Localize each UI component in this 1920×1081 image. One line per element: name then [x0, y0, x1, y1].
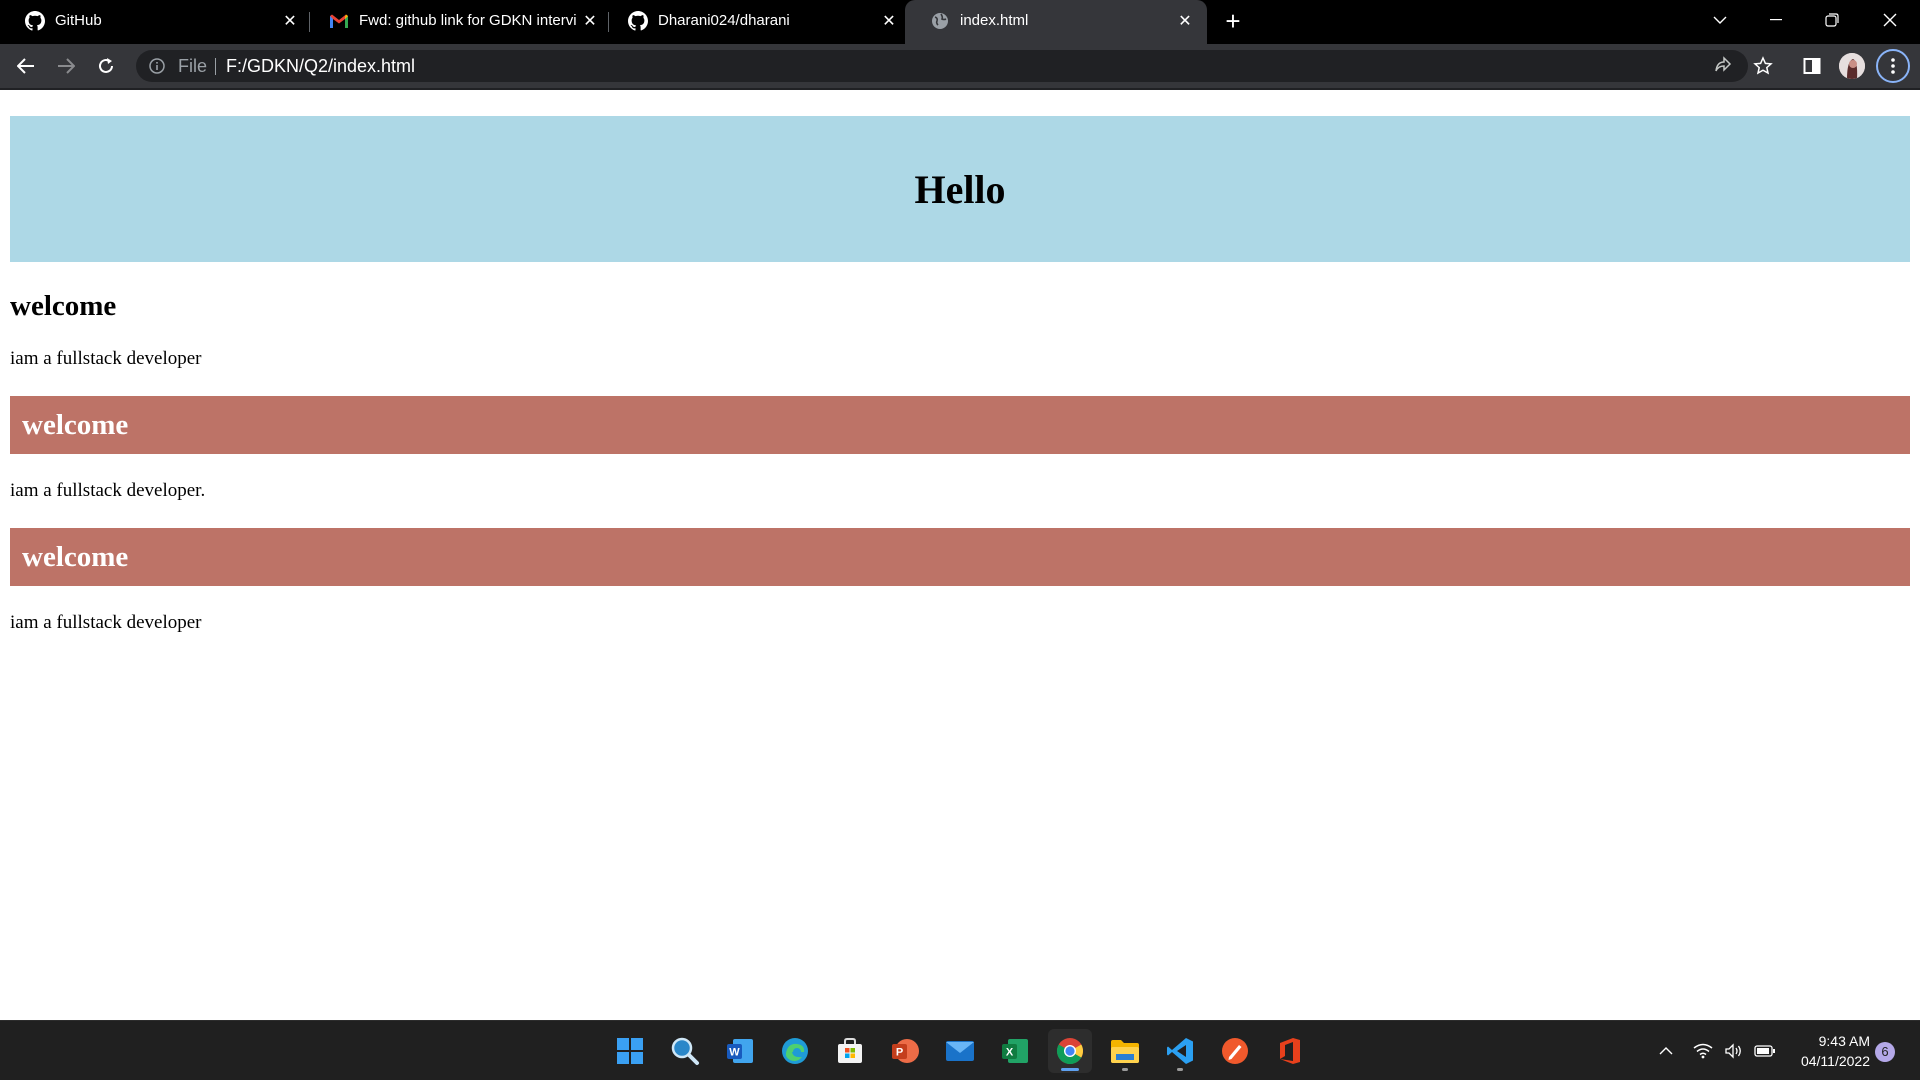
restore-icon[interactable]: [1804, 0, 1860, 40]
show-hidden-icons[interactable]: [1654, 1021, 1678, 1081]
intro-paragraph: iam a fullstack developer: [10, 612, 202, 633]
welcome-band-heading: welcome: [22, 541, 129, 573]
github-icon: [25, 11, 45, 31]
reload-icon[interactable]: [92, 52, 120, 80]
welcome-band-heading: welcome: [22, 409, 129, 441]
new-tab-button[interactable]: +: [1220, 8, 1246, 35]
close-tab-icon[interactable]: ✕: [1175, 11, 1195, 31]
close-tab-icon[interactable]: ✕: [280, 11, 300, 31]
mail-icon[interactable]: [938, 1029, 982, 1073]
chrome-icon[interactable]: [1048, 1029, 1092, 1073]
close-tab-icon[interactable]: ✕: [580, 11, 600, 31]
svg-text:W: W: [729, 1047, 740, 1059]
excel-icon[interactable]: X: [993, 1029, 1037, 1073]
microsoft-store-icon[interactable]: [828, 1029, 872, 1073]
volume-icon[interactable]: [1721, 1021, 1747, 1081]
battery-icon[interactable]: [1752, 1021, 1778, 1081]
address-separator: [215, 58, 216, 75]
svg-text:X: X: [1006, 1047, 1014, 1059]
close-tab-icon[interactable]: ✕: [879, 11, 899, 31]
tab-index-html[interactable]: index.html ✕: [905, 0, 1207, 44]
clock-date: 04/11/2022: [1800, 1053, 1870, 1069]
bookmark-star-icon[interactable]: [1750, 53, 1776, 79]
globe-icon: [930, 11, 950, 31]
tab-title: Dharani024/dharani: [658, 12, 790, 29]
close-window-icon[interactable]: [1862, 0, 1918, 40]
side-panel-icon[interactable]: [1799, 53, 1825, 79]
minimize-icon[interactable]: [1748, 0, 1804, 40]
github-icon: [628, 11, 648, 31]
tab-title: Fwd: github link for GDKN intervi: [359, 12, 577, 29]
running-app-indicator: [1122, 1068, 1128, 1071]
word-icon[interactable]: W: [718, 1029, 762, 1073]
clock-time: 9:43 AM: [1818, 1033, 1870, 1049]
welcome-heading: welcome: [10, 290, 117, 322]
tab-github[interactable]: GitHub ✕: [0, 0, 304, 42]
tab-title: index.html: [960, 12, 1029, 29]
address-bar[interactable]: File F:/GDKN/Q2/index.html: [136, 50, 1748, 82]
tab-strip: GitHub ✕ Fwd: github link for GDKN inter…: [0, 0, 1920, 44]
edge-icon[interactable]: [773, 1029, 817, 1073]
file-explorer-icon[interactable]: [1103, 1029, 1147, 1073]
browser-toolbar: File F:/GDKN/Q2/index.html: [0, 44, 1920, 88]
pen-app-icon[interactable]: [1213, 1029, 1257, 1073]
office-icon[interactable]: [1268, 1029, 1312, 1073]
gmail-icon: [329, 11, 349, 31]
tab-title: GitHub: [55, 12, 102, 29]
info-icon[interactable]: [148, 57, 166, 75]
share-icon[interactable]: [1710, 53, 1736, 79]
powerpoint-icon[interactable]: P: [883, 1029, 927, 1073]
active-app-indicator: [1061, 1068, 1079, 1071]
start-icon[interactable]: [608, 1029, 652, 1073]
welcome-band: welcome: [10, 528, 1910, 586]
vscode-icon[interactable]: [1158, 1029, 1202, 1073]
tab-search-icon[interactable]: [1692, 0, 1748, 40]
profile-avatar[interactable]: [1839, 53, 1865, 79]
system-clock[interactable]: 9:43 AM 04/11/2022: [1790, 1031, 1870, 1071]
intro-paragraph: iam a fullstack developer.: [10, 480, 206, 501]
hero-banner: Hello: [10, 116, 1910, 262]
back-icon[interactable]: [12, 52, 40, 80]
tab-gmail[interactable]: Fwd: github link for GDKN intervi ✕: [304, 0, 604, 42]
welcome-band: welcome: [10, 396, 1910, 454]
running-app-indicator: [1177, 1068, 1183, 1071]
browser-menu-icon[interactable]: [1876, 49, 1910, 83]
wifi-icon[interactable]: [1690, 1021, 1716, 1081]
scheme-label: File: [178, 56, 208, 76]
hero-title: Hello: [914, 166, 1006, 212]
forward-icon[interactable]: [52, 52, 80, 80]
windows-taskbar: W P X 9:43 AM 04/11/2022 6: [0, 1020, 1920, 1080]
tab-dharani-repo[interactable]: Dharani024/dharani ✕: [603, 0, 905, 42]
search-icon[interactable]: [663, 1029, 707, 1073]
intro-paragraph: iam a fullstack developer: [10, 348, 202, 369]
notification-badge[interactable]: 6: [1875, 1042, 1895, 1062]
web-page: Hello welcome iam a fullstack developer …: [0, 90, 1920, 1020]
svg-text:P: P: [896, 1047, 903, 1059]
url-text[interactable]: F:/GDKN/Q2/index.html: [226, 50, 415, 82]
